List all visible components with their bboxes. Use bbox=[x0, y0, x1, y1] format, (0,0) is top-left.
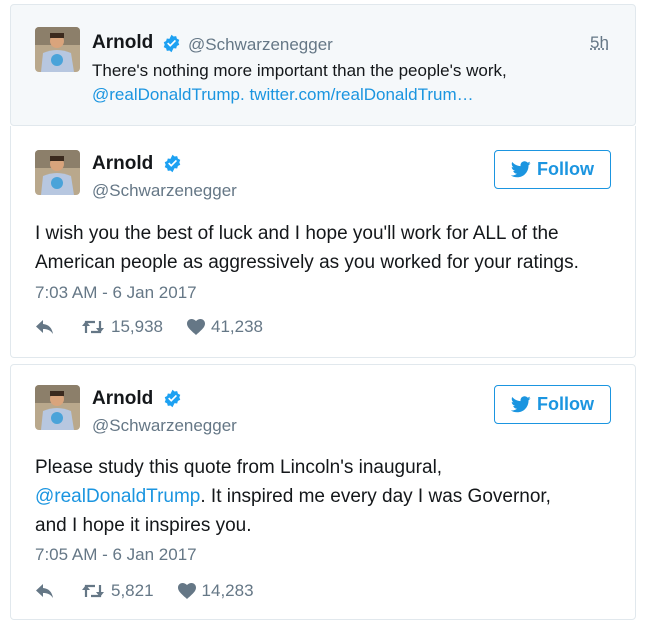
verified-badge-icon bbox=[163, 34, 180, 53]
reply-icon bbox=[36, 320, 53, 334]
heart-icon bbox=[177, 583, 196, 599]
tweet-text-line1: I wish you the best of luck and I hope y… bbox=[35, 223, 559, 244]
twitter-bird-icon bbox=[511, 396, 531, 413]
twitter-bird-icon bbox=[511, 161, 531, 178]
retweet-count: 5,821 bbox=[111, 581, 154, 600]
quoted-reply-tweet[interactable]: Arnold @Schwarzenegger 5h There's nothin… bbox=[10, 4, 636, 126]
follow-button[interactable]: Follow bbox=[494, 385, 611, 424]
retweet-icon bbox=[82, 320, 104, 334]
tweet-text: Please study this quote from Lincoln's i… bbox=[35, 453, 625, 540]
author-name[interactable]: Arnold bbox=[92, 153, 153, 175]
heart-icon bbox=[187, 319, 205, 335]
retweet-button[interactable]: 15,938 bbox=[81, 317, 163, 337]
author-handle[interactable]: @Schwarzenegger bbox=[188, 35, 333, 55]
reply-icon bbox=[36, 584, 53, 598]
tweet-actions: 5,821 14,283 bbox=[35, 581, 254, 601]
author-name[interactable]: Arnold bbox=[92, 32, 153, 54]
avatar[interactable] bbox=[35, 150, 80, 195]
tweet-text-line2: American people as aggressively as you w… bbox=[35, 252, 579, 273]
tweet-text-line1: Please study this quote from Lincoln's i… bbox=[35, 457, 443, 478]
tweet-time[interactable]: 5h bbox=[590, 33, 609, 53]
tweet-text-line2-rest: . It inspired me every day I was Governo… bbox=[200, 486, 551, 507]
mention-link[interactable]: @realDonaldTrump bbox=[35, 486, 200, 507]
verified-badge-icon bbox=[164, 389, 181, 408]
tweet-card: Arnold @Schwarzenegger Follow I wish you… bbox=[10, 126, 636, 358]
follow-label: Follow bbox=[537, 159, 594, 179]
author-name[interactable]: Arnold bbox=[92, 388, 153, 410]
like-button[interactable]: 41,238 bbox=[187, 317, 263, 337]
tweet-text-line3: and I hope it inspires you. bbox=[35, 515, 252, 536]
tweet-timestamp[interactable]: 7:03 AM - 6 Jan 2017 bbox=[35, 283, 197, 303]
reply-button[interactable] bbox=[35, 319, 55, 335]
url-link[interactable]: twitter.com/realDonaldTrum… bbox=[249, 85, 473, 104]
reply-button[interactable] bbox=[35, 583, 55, 599]
retweet-button[interactable]: 5,821 bbox=[81, 581, 154, 601]
author-handle[interactable]: @Schwarzenegger bbox=[92, 416, 237, 436]
retweet-count: 15,938 bbox=[111, 317, 163, 336]
like-count: 14,283 bbox=[201, 581, 254, 600]
tweet-text-line2: @realDonaldTrump. It inspired me every d… bbox=[35, 482, 625, 511]
follow-button[interactable]: Follow bbox=[494, 150, 611, 189]
reply-text-line2: @realDonaldTrump. twitter.com/realDonald… bbox=[92, 83, 612, 107]
tweet-text: I wish you the best of luck and I hope y… bbox=[35, 219, 625, 277]
verified-badge-icon bbox=[164, 154, 181, 173]
like-count: 41,238 bbox=[211, 317, 263, 336]
reply-text-line1: There's nothing more important than the … bbox=[92, 61, 507, 80]
avatar[interactable] bbox=[35, 385, 80, 430]
mention-link[interactable]: @realDonaldTrump bbox=[92, 85, 240, 104]
avatar[interactable] bbox=[35, 27, 80, 72]
retweet-icon bbox=[82, 584, 104, 598]
author-handle[interactable]: @Schwarzenegger bbox=[92, 181, 237, 201]
tweet-timestamp[interactable]: 7:05 AM - 6 Jan 2017 bbox=[35, 545, 197, 565]
tweet-actions: 15,938 41,238 bbox=[35, 317, 263, 337]
follow-label: Follow bbox=[537, 394, 594, 414]
tweet-card: Arnold @Schwarzenegger Follow Please stu… bbox=[10, 364, 636, 620]
link-separator: . bbox=[239, 85, 245, 104]
like-button[interactable]: 14,283 bbox=[177, 581, 254, 601]
reply-tweet-text: There's nothing more important than the … bbox=[92, 59, 612, 107]
